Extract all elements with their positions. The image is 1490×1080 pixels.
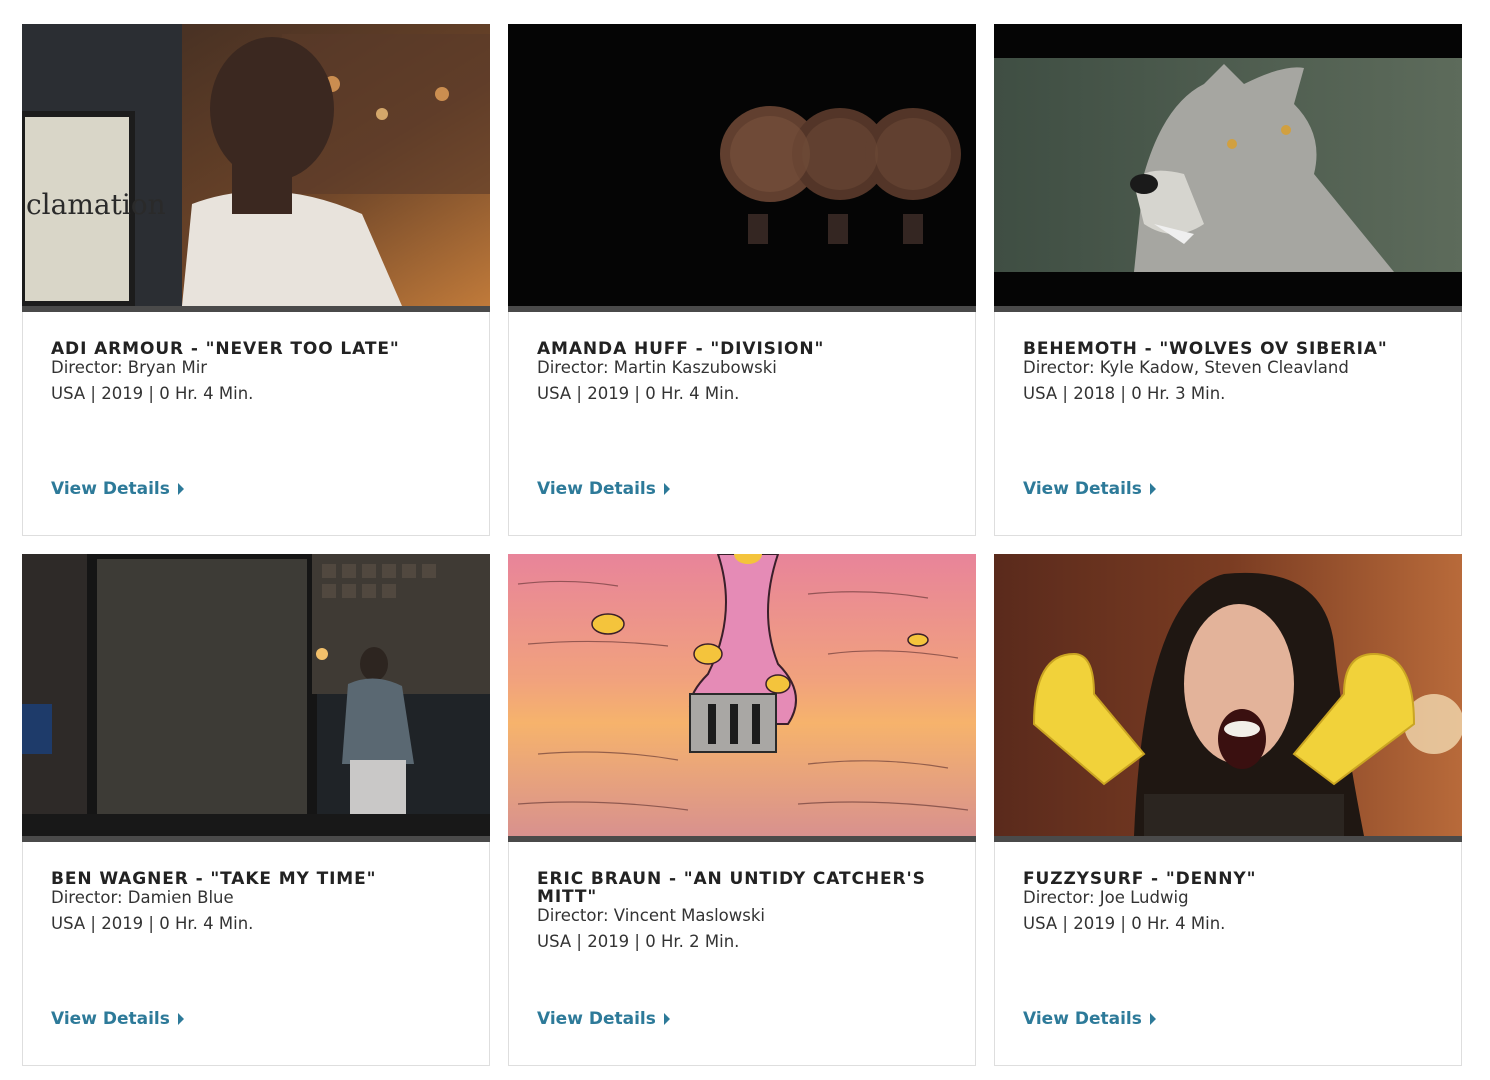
film-card: ERIC BRAUN - "AN UNTIDY CATCHER'S MITT" … [508, 554, 976, 1066]
film-thumbnail[interactable] [994, 24, 1462, 306]
view-details-link[interactable]: View Details [1023, 479, 1156, 499]
film-thumbnail[interactable] [508, 554, 976, 836]
caret-right-icon [177, 1013, 184, 1025]
view-details-link[interactable]: View Details [1023, 1009, 1156, 1029]
film-card: BEHEMOTH - "WOLVES OV SIBERIA" Director:… [994, 24, 1462, 536]
view-details-label: View Details [537, 1009, 656, 1029]
view-details-label: View Details [1023, 479, 1142, 499]
view-details-link[interactable]: View Details [51, 1009, 184, 1029]
film-info: ADI ARMOUR - "NEVER TOO LATE" Director: … [23, 312, 489, 404]
caret-right-icon [663, 1013, 670, 1025]
view-details-link[interactable]: View Details [537, 479, 670, 499]
view-details-label: View Details [51, 479, 170, 499]
film-title: FUZZYSURF - "DENNY" [1023, 869, 1257, 889]
view-details-link[interactable]: View Details [537, 1009, 670, 1029]
film-meta: USA | 2019 | 0 Hr. 4 Min. [537, 384, 740, 403]
view-details-link[interactable]: View Details [51, 479, 184, 499]
film-meta: USA | 2019 | 0 Hr. 4 Min. [1023, 914, 1226, 933]
film-meta: USA | 2018 | 0 Hr. 3 Min. [1023, 384, 1226, 403]
film-title: ADI ARMOUR - "NEVER TOO LATE" [51, 339, 400, 359]
film-title: AMANDA HUFF - "DIVISION" [537, 339, 825, 359]
caret-right-icon [1149, 483, 1156, 495]
film-director: Director: Bryan Mir [51, 358, 208, 377]
film-card: BEN WAGNER - "TAKE MY TIME" Director: Da… [22, 554, 490, 1066]
caret-right-icon [663, 483, 670, 495]
view-details-label: View Details [51, 1009, 170, 1029]
film-title: BEN WAGNER - "TAKE MY TIME" [51, 869, 377, 889]
view-details-label: View Details [537, 479, 656, 499]
film-thumbnail[interactable] [22, 554, 490, 836]
film-director: Director: Vincent Maslowski [537, 906, 766, 925]
caret-right-icon [1149, 1013, 1156, 1025]
film-info: AMANDA HUFF - "DIVISION" Director: Marti… [509, 312, 975, 404]
film-meta: USA | 2019 | 0 Hr. 4 Min. [51, 384, 254, 403]
film-info: BEN WAGNER - "TAKE MY TIME" Director: Da… [23, 842, 489, 934]
view-details-label: View Details [1023, 1009, 1142, 1029]
film-card: AMANDA HUFF - "DIVISION" Director: Marti… [508, 24, 976, 536]
film-director: Director: Kyle Kadow, Steven Cleavland [1023, 358, 1349, 377]
film-title: BEHEMOTH - "WOLVES OV SIBERIA" [1023, 339, 1388, 359]
film-director: Director: Damien Blue [51, 888, 234, 907]
film-grid: clamation ADI ARMOUR - "NEVER TOO LATE" … [22, 24, 1462, 1066]
film-info: BEHEMOTH - "WOLVES OV SIBERIA" Director:… [995, 312, 1461, 404]
film-thumbnail[interactable] [994, 554, 1462, 836]
film-title: ERIC BRAUN - "AN UNTIDY CATCHER'S MITT" [537, 869, 926, 907]
film-meta: USA | 2019 | 0 Hr. 2 Min. [537, 932, 740, 951]
film-thumbnail[interactable] [508, 24, 976, 306]
film-info: FUZZYSURF - "DENNY" Director: Joe Ludwig… [995, 842, 1461, 934]
film-meta: USA | 2019 | 0 Hr. 4 Min. [51, 914, 254, 933]
film-info: ERIC BRAUN - "AN UNTIDY CATCHER'S MITT" … [509, 842, 975, 952]
svg-text:clamation: clamation [26, 188, 166, 221]
film-thumbnail[interactable]: clamation [22, 24, 490, 306]
film-card: FUZZYSURF - "DENNY" Director: Joe Ludwig… [994, 554, 1462, 1066]
caret-right-icon [177, 483, 184, 495]
film-card: clamation ADI ARMOUR - "NEVER TOO LATE" … [22, 24, 490, 536]
film-director: Director: Martin Kaszubowski [537, 358, 777, 377]
film-director: Director: Joe Ludwig [1023, 888, 1189, 907]
